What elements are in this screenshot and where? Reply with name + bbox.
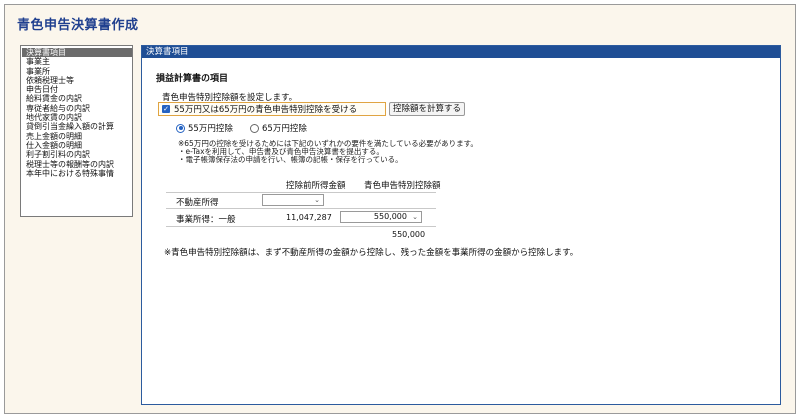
sidebar-item-family-salary[interactable]: 専従者給与の内訳: [22, 104, 132, 113]
bottom-note: ※青色申告特別控除額は、まず不動産所得の金額から控除し、残った金額を事業所得の金…: [164, 248, 579, 258]
checkbox-label: 55万円又は65万円の青色申告特別控除を受ける: [174, 105, 358, 115]
business-income-amount: 11,047,287: [286, 213, 332, 222]
radio-65-option[interactable]: 65万円控除: [250, 122, 307, 134]
blue-deduction-checkbox[interactable]: ✓ 55万円又は65万円の青色申告特別控除を受ける: [158, 102, 386, 116]
sidebar-item-sales[interactable]: 売上金額の明細: [22, 132, 132, 141]
note-line: ・電子帳簿保存法の申請を行い、帳簿の記帳・保存を行っている。: [178, 155, 403, 164]
app-window: 青色申告決算書作成 決算書項目 事業主 事業所 依頼税理士等 申告日付 給料賃金…: [4, 4, 796, 414]
deduction-total: 550,000: [392, 230, 426, 239]
column-header-deduction: 青色申告特別控除額: [364, 181, 441, 191]
sidebar-item-purchases[interactable]: 仕入金額の明細: [22, 141, 132, 150]
sidebar-list[interactable]: 決算書項目 事業主 事業所 依頼税理士等 申告日付 給料賃金の内訳 専従者給与の…: [20, 45, 133, 217]
section-title: 損益計算書の項目: [156, 74, 229, 84]
radio-selected-icon[interactable]: [176, 123, 185, 133]
select-value: 550,000: [373, 212, 407, 221]
sidebar-item-special[interactable]: 本年中における特殊事情: [22, 169, 132, 178]
sidebar-item-filing-date[interactable]: 申告日付: [22, 85, 132, 94]
table-divider: [166, 192, 436, 193]
sidebar-item-tax-accountant[interactable]: 依頼税理士等: [22, 76, 132, 85]
chevron-down-icon: ⌄: [314, 196, 320, 204]
panel-header: 決算書項目: [142, 46, 780, 58]
row-label-real-estate: 不動産所得: [176, 198, 219, 208]
sidebar-item-items[interactable]: 決算書項目: [22, 48, 132, 58]
sidebar-item-bad-debt[interactable]: 貸倒引当金繰入額の計算: [22, 122, 132, 131]
chevron-down-icon: ⌄: [412, 213, 418, 221]
table-divider: [166, 208, 436, 209]
radio-label: 65万円控除: [262, 124, 307, 134]
checkbox-icon[interactable]: ✓: [162, 105, 170, 113]
column-header-income: 控除前所得金額: [286, 181, 346, 191]
main-panel: 決算書項目 損益計算書の項目 青色申告特別控除額を設定します。 ✓ 55万円又は…: [141, 45, 781, 405]
sidebar-item-office[interactable]: 事業所: [22, 67, 132, 76]
radio-unselected-icon[interactable]: [250, 123, 259, 133]
row-label-business: 事業所得：一般: [176, 215, 236, 225]
calculate-deduction-button[interactable]: 控除額を計算する: [389, 102, 465, 116]
sidebar-item-interest[interactable]: 利子割引料の内訳: [22, 150, 132, 159]
radio-55-option[interactable]: 55万円控除: [176, 122, 233, 134]
sidebar-item-owner[interactable]: 事業主: [22, 57, 132, 66]
app-title: 青色申告決算書作成: [17, 18, 139, 33]
sidebar-item-salary[interactable]: 給料賃金の内訳: [22, 94, 132, 103]
radio-label: 55万円控除: [188, 124, 233, 134]
table-divider: [166, 226, 436, 227]
real-estate-amount-select[interactable]: ⌄: [262, 194, 324, 206]
sidebar-item-fees[interactable]: 税理士等の報酬等の内訳: [22, 160, 132, 169]
sidebar-item-rent[interactable]: 地代家賃の内訳: [22, 113, 132, 122]
business-deduction-select[interactable]: 550,000 ⌄: [340, 211, 422, 223]
